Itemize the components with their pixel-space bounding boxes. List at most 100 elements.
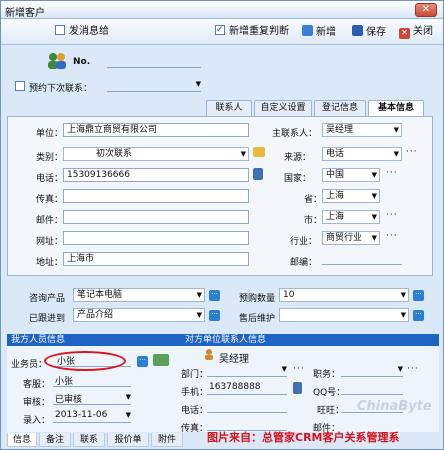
- province-label: 省：: [304, 195, 323, 205]
- followed-select[interactable]: 产品介绍 ▼: [73, 308, 205, 322]
- contacts-icon: [48, 53, 66, 69]
- city-select[interactable]: 上海 ▼: [322, 210, 380, 224]
- source-label: 来源：: [284, 153, 312, 163]
- industry-select[interactable]: 商贸行业 ▼: [322, 231, 380, 245]
- watermark: ChinaByte: [357, 399, 432, 414]
- tab-registration[interactable]: 登记信息: [314, 100, 366, 116]
- tab-basic-info[interactable]: 基本信息: [368, 100, 424, 116]
- dept-more-icon[interactable]: ···: [293, 364, 305, 374]
- transfer-icon[interactable]: [153, 354, 169, 366]
- contact-name: 吴经理: [219, 354, 249, 365]
- folder-icon[interactable]: [253, 147, 265, 157]
- chevron-down-icon: ▼: [196, 311, 202, 319]
- entry-date-select[interactable]: 2013-11-06 ▼: [53, 410, 131, 423]
- fax-input[interactable]: [63, 189, 249, 203]
- post-select[interactable]: ▼: [341, 364, 403, 377]
- basic-info-panel: 单位： 上海鼎立商贸有限公司 主联系人： 吴经理 ▼ 类别： 初次联系 ▼ 来源： …: [7, 116, 433, 276]
- country-label: 国家：: [284, 174, 312, 184]
- tab-attachment[interactable]: 附件: [151, 433, 183, 447]
- chevron-down-icon: ▼: [371, 192, 377, 200]
- address-input[interactable]: 上海市: [63, 252, 249, 266]
- service-label: 客服：: [23, 380, 51, 390]
- close-button[interactable]: ✕ 关闭: [399, 25, 433, 39]
- consult-product-select[interactable]: 笔记本电脑 ▼: [73, 288, 205, 302]
- consult-more-button[interactable]: ···: [209, 290, 220, 301]
- checkbox-checked-icon: [215, 23, 225, 37]
- qq-input[interactable]: [341, 382, 403, 395]
- chevron-down-icon: ▼: [195, 80, 201, 88]
- dept-select[interactable]: ▼: [207, 364, 287, 377]
- window-title: 新增客户: [5, 8, 45, 19]
- followed-more-button[interactable]: ···: [209, 310, 220, 321]
- our-staff-heading: 我方人员信息: [11, 335, 66, 345]
- source-more-icon[interactable]: ···: [406, 147, 418, 157]
- save-icon: [352, 25, 363, 36]
- dial-icon[interactable]: [253, 168, 263, 180]
- chevron-down-icon: ▼: [371, 213, 377, 221]
- repeat-check-checkbox[interactable]: 新增重复判断: [215, 23, 289, 39]
- no-field[interactable]: [107, 55, 201, 68]
- tab-custom-settings[interactable]: 自定义设置: [254, 100, 312, 116]
- qty-select[interactable]: 10 ▼: [279, 288, 409, 302]
- dept-label: 部门：: [181, 370, 209, 380]
- new-customer-window: 新增客户 ✕ 发消息给 新增重复判断 新增 保存 ✕关闭 No. 预约下次联系：…: [0, 0, 444, 450]
- country-select[interactable]: 中国 ▼: [322, 168, 380, 182]
- reminder-checkbox[interactable]: [15, 81, 25, 91]
- mobile-input[interactable]: 163788888: [207, 382, 287, 395]
- window-close-button[interactable]: ✕: [415, 3, 437, 17]
- main-contact-label: 主联系人：: [272, 129, 318, 139]
- phone-input[interactable]: 15309136666: [63, 168, 249, 182]
- unit-label: 单位：: [36, 129, 64, 139]
- address-label: 地址：: [36, 258, 64, 268]
- unit-input[interactable]: 上海鼎立商贸有限公司: [63, 123, 249, 137]
- after-sales-more-button[interactable]: ···: [413, 310, 424, 321]
- tab-contacts[interactable]: 联系人: [206, 100, 252, 116]
- dial-icon[interactable]: [293, 382, 302, 394]
- qty-more-button[interactable]: ···: [413, 290, 424, 301]
- save-button[interactable]: 保存: [352, 25, 386, 39]
- reminder-field[interactable]: ▼: [107, 79, 201, 92]
- fax-label: 传真：: [36, 195, 64, 205]
- header-area: No. 预约下次联系： ▼: [1, 45, 443, 100]
- tab-contact[interactable]: 联系: [73, 433, 105, 447]
- chevron-down-icon: ▼: [393, 126, 399, 134]
- audit-select[interactable]: 已审核 ▼: [53, 392, 131, 405]
- tab-notes[interactable]: 备注: [39, 433, 71, 447]
- province-select[interactable]: 上海 ▼: [322, 189, 380, 203]
- post-more-icon[interactable]: ···: [407, 364, 419, 374]
- no-label: No.: [73, 57, 91, 67]
- source-select[interactable]: 电话 ▼: [322, 147, 402, 161]
- chevron-down-icon: ▼: [196, 291, 202, 299]
- wangwang-label: 旺旺：: [317, 406, 345, 416]
- industry-more-icon[interactable]: ···: [386, 231, 398, 241]
- website-input[interactable]: [63, 231, 249, 245]
- contact-person-icon: [205, 349, 213, 360]
- phone-label: 电话：: [36, 174, 64, 184]
- email-input[interactable]: [63, 210, 249, 224]
- checkbox-icon: [55, 25, 65, 35]
- industry-label: 行业：: [290, 237, 318, 247]
- salesman-more-button[interactable]: ···: [137, 356, 148, 367]
- chevron-down-icon: ▼: [400, 291, 406, 299]
- after-sales-label: 售后维护: [239, 314, 276, 324]
- service-input[interactable]: 小张: [53, 374, 131, 387]
- new-button[interactable]: 新增: [302, 25, 336, 39]
- category-select[interactable]: 初次联系 ▼: [63, 147, 249, 161]
- mobile-label: 手机：: [181, 388, 209, 398]
- new-icon: [302, 25, 313, 36]
- category-label: 类别：: [36, 153, 64, 163]
- main-contact-select[interactable]: 吴经理 ▼: [322, 123, 402, 137]
- zip-input[interactable]: [322, 252, 402, 265]
- title-bar: 新增客户 ✕: [1, 1, 443, 19]
- section-header: 我方人员信息 对方单位联系人信息: [7, 334, 439, 346]
- send-message-checkbox[interactable]: 发消息给: [55, 25, 109, 39]
- followed-label: 已跟进到: [29, 314, 66, 324]
- tab-info[interactable]: 信息: [7, 433, 37, 447]
- tel-input[interactable]: [207, 400, 287, 413]
- city-more-icon[interactable]: ···: [386, 210, 398, 220]
- after-sales-select[interactable]: ▼: [279, 308, 409, 322]
- country-more-icon[interactable]: ···: [386, 168, 398, 178]
- chevron-down-icon: ▼: [281, 365, 287, 373]
- tel-label: 电话：: [181, 406, 209, 416]
- tab-quotation[interactable]: 报价单: [107, 433, 149, 447]
